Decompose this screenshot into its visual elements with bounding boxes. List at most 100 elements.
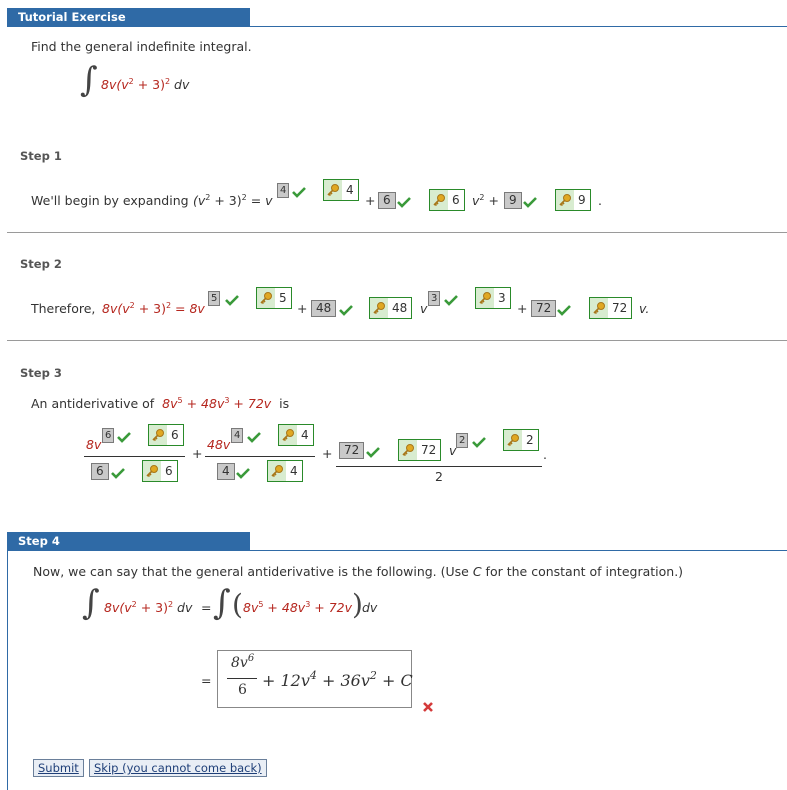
answer-key-frac1-num[interactable]: 6 bbox=[148, 424, 184, 446]
fraction-bar bbox=[84, 456, 185, 457]
answer-rest: + 12v4 + 36v2 + C bbox=[262, 669, 413, 690]
answer-key-frac2-num[interactable]: 4 bbox=[278, 424, 314, 446]
step4-equals: = bbox=[201, 600, 212, 615]
answer-key-step2-2[interactable]: 48 bbox=[369, 297, 413, 319]
step4-border bbox=[7, 550, 8, 790]
step3-plus2: + bbox=[322, 446, 333, 461]
frac3-coef-box[interactable]: 72 bbox=[339, 442, 365, 459]
fraction-bar bbox=[336, 466, 542, 467]
check-icon bbox=[236, 468, 250, 479]
answer-key-frac2-den[interactable]: 4 bbox=[267, 460, 303, 482]
separator bbox=[7, 232, 787, 233]
check-icon bbox=[225, 295, 239, 306]
skip-button[interactable]: Skip (you cannot come back) bbox=[89, 759, 267, 777]
step2-lead: Therefore, bbox=[31, 301, 96, 316]
step2-tail: v. bbox=[639, 301, 650, 316]
step1-exponent-box[interactable]: 4 bbox=[277, 183, 290, 198]
frac3-denominator: 2 bbox=[435, 469, 443, 484]
step2-exponent-box[interactable]: 5 bbox=[208, 291, 221, 306]
step1-title: Step 1 bbox=[20, 149, 62, 163]
header-rule bbox=[7, 26, 787, 27]
answer-key-step1-1[interactable]: 4 bbox=[323, 179, 359, 201]
step1-const-box[interactable]: 9 bbox=[504, 192, 522, 209]
answer-key-step1-2[interactable]: 6 bbox=[429, 189, 465, 211]
frac2-exponent-box[interactable]: 4 bbox=[231, 428, 244, 443]
key-icon bbox=[476, 288, 494, 308]
answer-key-frac3-coef[interactable]: 72 bbox=[398, 439, 442, 461]
step2-v: v bbox=[420, 301, 428, 316]
submit-button[interactable]: Submit bbox=[33, 759, 84, 777]
answer-input[interactable]: 8v6 6 + 12v4 + 36v2 + C bbox=[217, 650, 413, 708]
step2-exponent-box2[interactable]: 3 bbox=[428, 291, 441, 306]
frac1-numerator: 8v bbox=[86, 437, 102, 452]
frac2-numerator: 48v bbox=[207, 437, 231, 452]
fraction-bar bbox=[227, 678, 257, 679]
answer-numerator: 8v6 bbox=[231, 653, 255, 672]
separator bbox=[7, 340, 787, 341]
key-icon bbox=[149, 425, 167, 445]
check-icon bbox=[397, 197, 411, 208]
key-icon bbox=[370, 298, 388, 318]
frac3-exponent-box[interactable]: 2 bbox=[456, 433, 469, 448]
key-icon bbox=[324, 180, 342, 200]
step2-coef-box[interactable]: 48 bbox=[311, 300, 337, 317]
check-icon bbox=[523, 197, 537, 208]
step4-equals2: = bbox=[201, 673, 212, 688]
answer-key-step2-1[interactable]: 5 bbox=[256, 287, 292, 309]
answer-key-frac1-den[interactable]: 6 bbox=[142, 460, 178, 482]
step2-plus1: + bbox=[297, 301, 308, 316]
step2-expression: 8v(v2 + 3)2 = 8v bbox=[102, 301, 205, 316]
step2-plus2: + bbox=[517, 301, 528, 316]
integral-sign-icon: ∫ bbox=[82, 583, 100, 623]
step1-v2: v2 + bbox=[472, 193, 499, 208]
step4-dv: dv bbox=[362, 600, 378, 615]
step4-lhs: 8v(v2 + 3)2 dv bbox=[104, 600, 193, 615]
step1-expression: (v2 + 3)2 = v bbox=[193, 193, 273, 208]
answer-key-step1-3[interactable]: 9 bbox=[555, 189, 591, 211]
check-icon bbox=[472, 437, 486, 448]
step2-const-box[interactable]: 72 bbox=[531, 300, 557, 317]
answer-key-step2-4[interactable]: 72 bbox=[589, 297, 633, 319]
x-mark-icon bbox=[423, 702, 433, 712]
step3-period: . bbox=[543, 447, 547, 462]
frac1-exponent-box[interactable]: 6 bbox=[102, 428, 115, 443]
frac1-den-box[interactable]: 6 bbox=[91, 463, 109, 480]
step2-title: Step 2 bbox=[20, 257, 62, 271]
check-icon bbox=[339, 305, 353, 316]
problem-prompt: Find the general indefinite integral. bbox=[31, 39, 252, 54]
problem-integrand: 8v(v2 + 3)2 dv bbox=[101, 77, 190, 92]
step3-plus1: + bbox=[192, 446, 203, 461]
integral-sign-icon: ∫ bbox=[213, 583, 231, 623]
step3-title: Step 3 bbox=[20, 366, 62, 380]
step1-period: . bbox=[598, 193, 602, 208]
key-icon bbox=[399, 440, 417, 460]
key-icon bbox=[257, 288, 275, 308]
check-icon bbox=[366, 447, 380, 458]
key-icon bbox=[279, 425, 297, 445]
left-paren: ( bbox=[232, 588, 243, 621]
fraction-bar bbox=[205, 456, 315, 457]
frac2-den-box[interactable]: 4 bbox=[217, 463, 235, 480]
key-icon bbox=[590, 298, 608, 318]
key-icon bbox=[504, 430, 522, 450]
key-icon bbox=[556, 190, 574, 210]
step4-rule bbox=[7, 550, 787, 551]
check-icon bbox=[292, 187, 306, 198]
step4-instruction: Now, we can say that the general antider… bbox=[33, 564, 684, 579]
answer-key-step2-3[interactable]: 3 bbox=[475, 287, 511, 309]
check-icon bbox=[117, 432, 131, 443]
key-icon bbox=[268, 461, 286, 481]
check-icon bbox=[557, 305, 571, 316]
step1-coef-box[interactable]: 6 bbox=[378, 192, 396, 209]
answer-key-frac3-exp[interactable]: 2 bbox=[503, 429, 539, 451]
key-icon bbox=[430, 190, 448, 210]
tutorial-header: Tutorial Exercise bbox=[7, 8, 250, 27]
step4-title: Step 4 bbox=[7, 532, 250, 551]
step3-lead-line: An antiderivative of 8v5 + 48v3 + 72v is bbox=[31, 396, 290, 411]
check-icon bbox=[111, 468, 125, 479]
step4-rhs-integrand: 8v5 + 48v3 + 72v bbox=[243, 600, 353, 615]
step1-plus1: + bbox=[365, 193, 376, 208]
key-icon bbox=[143, 461, 161, 481]
answer-denominator: 6 bbox=[238, 682, 247, 698]
integral-sign-icon: ∫ bbox=[80, 60, 98, 100]
